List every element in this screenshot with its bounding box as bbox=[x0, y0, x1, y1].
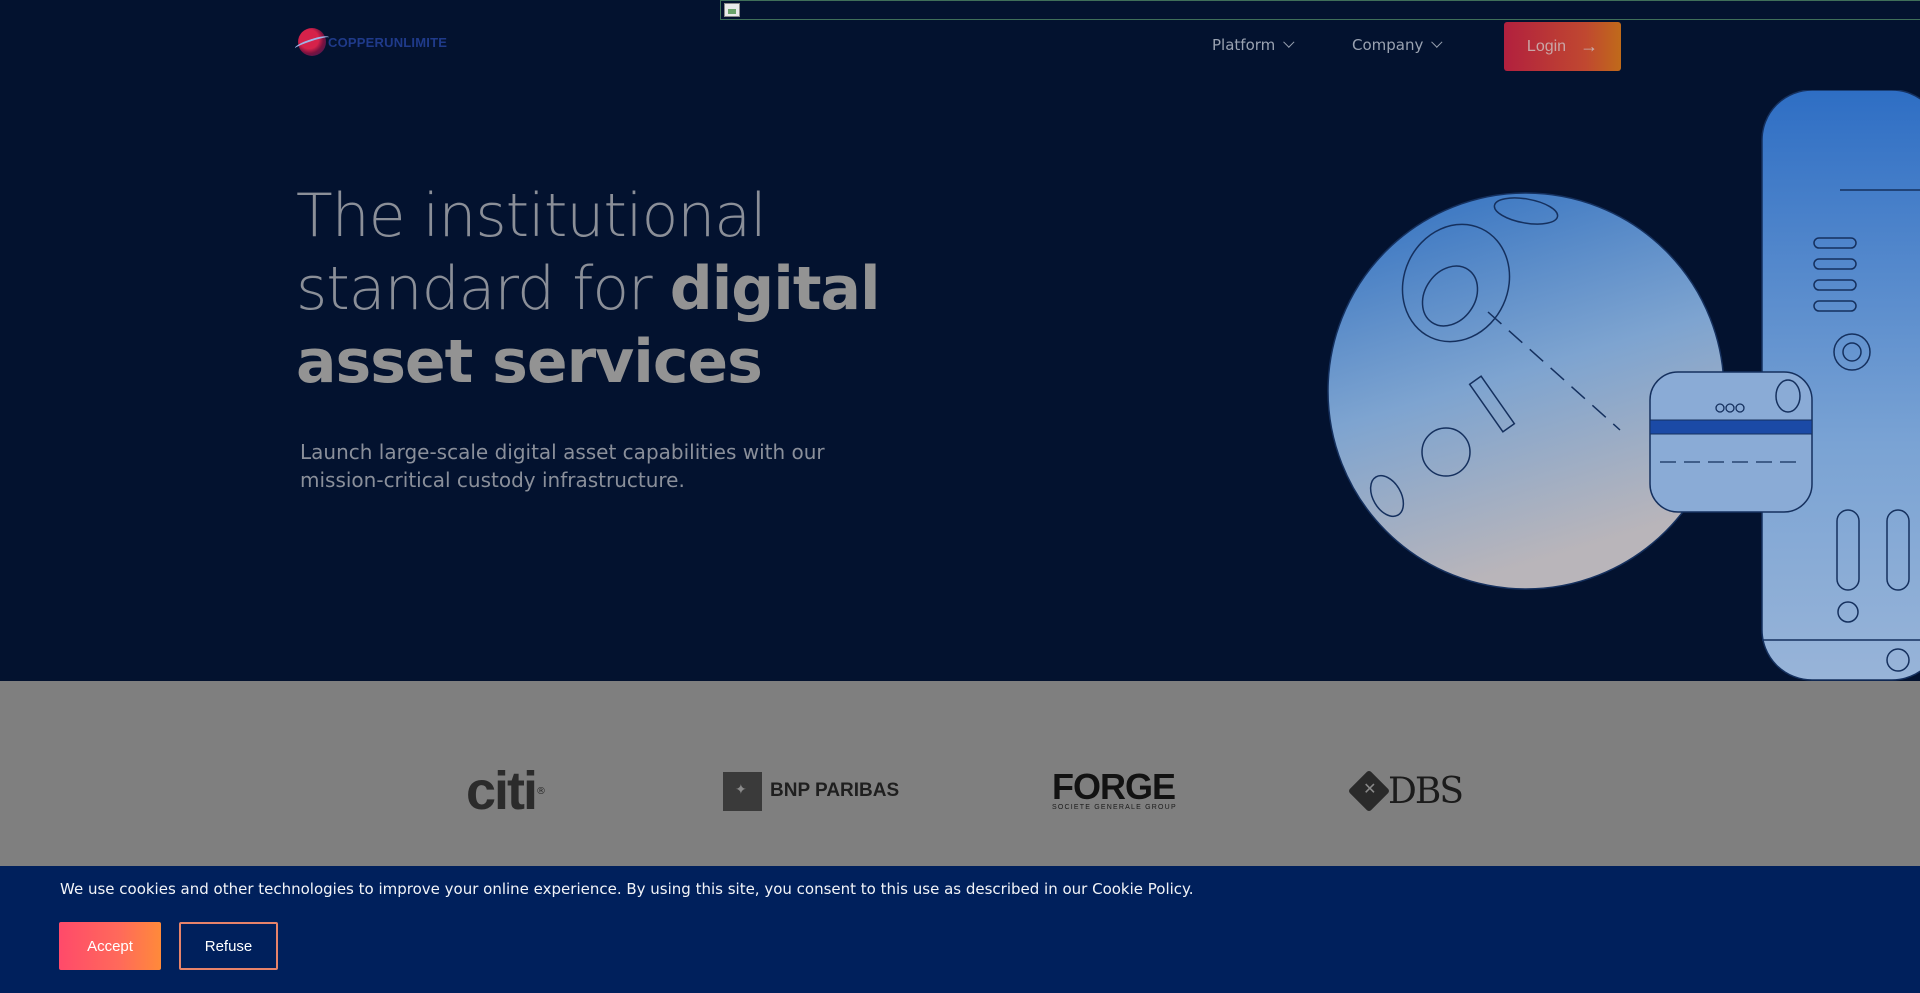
docking-module-shape bbox=[1649, 371, 1813, 513]
login-button-label: Login bbox=[1526, 37, 1567, 55]
hero-section: COPPERUNLIMITE Platform Company Login → … bbox=[0, 0, 1920, 681]
login-button[interactable]: Login → bbox=[1504, 22, 1621, 71]
nav-company[interactable]: Company bbox=[1352, 36, 1443, 54]
hero-title-bold-2: asset services bbox=[296, 327, 763, 397]
refuse-cookies-button[interactable]: Refuse bbox=[179, 922, 278, 970]
partner-logo-bnp-paribas: BNP PARIBAS bbox=[723, 767, 899, 815]
partner-logos-strip: citi ® BNP PARIBAS FORGE SOCIETE GENERAL… bbox=[0, 681, 1920, 866]
arrow-right-icon: → bbox=[1580, 36, 1599, 56]
partner-forge-subtitle: SOCIETE GENERALE GROUP bbox=[1052, 804, 1177, 811]
partner-dbs-wordmark: DBS bbox=[1388, 770, 1464, 812]
dbs-star-icon bbox=[1347, 769, 1391, 813]
site-logo[interactable]: COPPERUNLIMITE bbox=[298, 28, 447, 56]
partner-citi-registered-mark: ® bbox=[536, 785, 547, 797]
partner-logo-citi: citi ® bbox=[466, 761, 547, 821]
partner-logo-forge: FORGE SOCIETE GENERALE GROUP bbox=[1052, 767, 1177, 815]
nav-platform-label: Platform bbox=[1212, 36, 1276, 54]
broken-image bbox=[720, 0, 1920, 20]
partner-citi-wordmark: citi bbox=[466, 761, 538, 821]
space-illustration bbox=[1327, 90, 1920, 681]
chevron-down-icon bbox=[1431, 36, 1443, 48]
hero-title: The institutional standard for digital a… bbox=[296, 180, 1016, 399]
hero-title-line-1: The institutional bbox=[296, 181, 767, 251]
cookie-message: We use cookies and other technologies to… bbox=[60, 880, 1194, 898]
nav-platform[interactable]: Platform bbox=[1212, 36, 1295, 54]
hero-subtitle: Launch large-scale digital asset capabil… bbox=[300, 440, 825, 492]
chevron-down-icon bbox=[1283, 36, 1295, 48]
broken-image-icon bbox=[724, 3, 740, 17]
hero-title-line-2: standard for bbox=[296, 254, 670, 324]
logo-text: COPPERUNLIMITE bbox=[328, 34, 448, 50]
hero-title-bold-1: digital bbox=[669, 254, 881, 324]
cookie-banner: We use cookies and other technologies to… bbox=[0, 866, 1920, 993]
partner-logo-dbs: DBS bbox=[1347, 767, 1464, 815]
nav-company-label: Company bbox=[1352, 36, 1424, 54]
accept-cookies-button[interactable]: Accept bbox=[59, 922, 161, 970]
logo-mark-icon bbox=[298, 28, 326, 56]
partner-bnp-wordmark: BNP PARIBAS bbox=[770, 780, 900, 801]
partner-forge-wordmark: FORGE bbox=[1052, 766, 1176, 807]
bnp-stars-icon bbox=[723, 771, 762, 811]
